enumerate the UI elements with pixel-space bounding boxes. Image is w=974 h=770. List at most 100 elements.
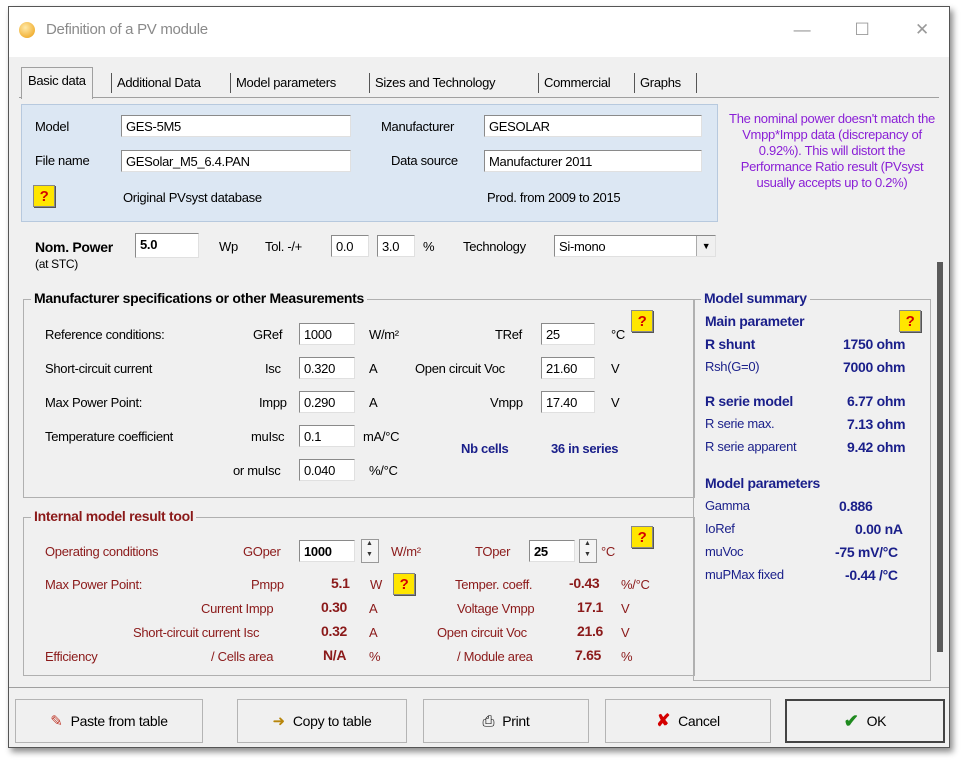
tool-vmpp-unit: V bbox=[621, 601, 630, 616]
database-text: Original PVsyst database bbox=[123, 190, 262, 205]
isc-label: Isc bbox=[265, 361, 281, 376]
rserie-apparent-value: 9.42 ohm bbox=[847, 439, 906, 455]
minimize-icon[interactable]: — bbox=[787, 17, 817, 43]
button-bar-divider bbox=[9, 687, 949, 688]
tool-impp-label: Current Impp bbox=[201, 601, 274, 616]
voc-label: Open circuit Voc bbox=[415, 361, 505, 376]
help-icon[interactable]: ? bbox=[631, 526, 653, 548]
chevron-down-icon[interactable]: ▼ bbox=[696, 236, 715, 256]
ok-button[interactable]: ✔ OK bbox=[785, 699, 945, 743]
rsh0-value: 7000 ohm bbox=[843, 359, 906, 375]
datasource-label: Data source bbox=[391, 153, 458, 168]
maximize-icon[interactable]: ☐ bbox=[847, 17, 877, 43]
help-icon[interactable]: ? bbox=[899, 310, 921, 332]
tab-separator bbox=[369, 73, 370, 93]
module-area-unit: % bbox=[621, 649, 633, 664]
isc-input[interactable]: 0.320 bbox=[299, 357, 355, 379]
help-icon[interactable]: ? bbox=[33, 185, 55, 207]
tab-strip-line bbox=[19, 97, 939, 98]
rshunt-value: 1750 ohm bbox=[843, 336, 906, 352]
nom-power-label: Nom. Power bbox=[35, 239, 113, 255]
vmpp-input[interactable]: 17.40 bbox=[541, 391, 595, 413]
rserie-apparent-label: R serie apparent bbox=[705, 439, 797, 454]
tab-commercial[interactable]: Commercial bbox=[544, 70, 611, 95]
tool-voc-value: 21.6 bbox=[577, 623, 604, 639]
cells-area-value: N/A bbox=[323, 647, 347, 663]
printer-icon: ⎙ bbox=[482, 712, 495, 730]
gref-label: GRef bbox=[253, 327, 283, 342]
pmpp-label: Pmpp bbox=[251, 577, 284, 592]
voc-input[interactable]: 21.60 bbox=[541, 357, 595, 379]
help-icon[interactable]: ? bbox=[631, 310, 653, 332]
muisc-pct-label: or muIsc bbox=[233, 463, 281, 478]
temper-coeff-unit: %/°C bbox=[621, 577, 650, 592]
tab-model-parameters[interactable]: Model parameters bbox=[236, 70, 336, 95]
gref-input[interactable]: 1000 bbox=[299, 323, 355, 345]
module-area-label: / Module area bbox=[457, 649, 533, 664]
model-parameters-heading: Model parameters bbox=[705, 475, 821, 491]
rserie-model-value: 6.77 ohm bbox=[847, 393, 906, 409]
goper-input[interactable]: 1000 bbox=[299, 540, 355, 562]
close-icon[interactable]: ✕ bbox=[907, 17, 937, 43]
tolerance-minus-input[interactable]: 0.0 bbox=[331, 235, 369, 257]
tab-sizes-technology[interactable]: Sizes and Technology bbox=[375, 70, 496, 95]
cancel-button[interactable]: ✘ Cancel bbox=[605, 699, 771, 743]
goper-spinner[interactable] bbox=[361, 539, 379, 563]
copy-to-table-button[interactable]: ➜ Copy to table bbox=[237, 699, 407, 743]
toper-input[interactable]: 25 bbox=[529, 540, 575, 562]
isc-unit: A bbox=[369, 361, 378, 376]
tool-vmpp-label: Voltage Vmpp bbox=[457, 601, 535, 616]
gamma-value: 0.886 bbox=[839, 498, 873, 514]
copy-button-label: Copy to table bbox=[292, 713, 372, 729]
model-tool-title: Internal model result tool bbox=[31, 508, 197, 524]
tref-unit: °C bbox=[611, 327, 625, 342]
tref-label: TRef bbox=[495, 327, 522, 342]
tab-separator bbox=[634, 73, 635, 93]
copy-icon: ➜ bbox=[272, 713, 286, 730]
nom-power-input[interactable]: 5.0 bbox=[135, 233, 199, 258]
tool-vmpp-value: 17.1 bbox=[577, 599, 604, 615]
tref-input[interactable]: 25 bbox=[541, 323, 595, 345]
model-input[interactable]: GES-5M5 bbox=[121, 115, 351, 137]
print-button[interactable]: ⎙ Print bbox=[423, 699, 589, 743]
muisc-pct-input[interactable]: 0.040 bbox=[299, 459, 355, 481]
impp-input[interactable]: 0.290 bbox=[299, 391, 355, 413]
manufacturer-input[interactable]: GESOLAR bbox=[484, 115, 702, 137]
rserie-max-label: R serie max. bbox=[705, 416, 775, 431]
rshunt-label: R shunt bbox=[705, 336, 756, 352]
muisc-input[interactable]: 0.1 bbox=[299, 425, 355, 447]
impp-unit: A bbox=[369, 395, 378, 410]
tab-basic-data[interactable]: Basic data bbox=[21, 67, 93, 99]
temper-coeff-value: -0.43 bbox=[569, 575, 600, 591]
technology-value: Si-mono bbox=[559, 239, 606, 254]
gamma-label: Gamma bbox=[705, 498, 750, 513]
operating-conditions-label: Operating conditions bbox=[45, 544, 159, 559]
tolerance-label: Tol. -/+ bbox=[265, 239, 302, 254]
technology-label: Technology bbox=[463, 239, 526, 254]
technology-select[interactable]: Si-mono ▼ bbox=[554, 235, 716, 257]
voc-unit: V bbox=[611, 361, 620, 376]
ioref-value: 0.00 nA bbox=[855, 521, 903, 537]
tool-mpp-label: Max Power Point: bbox=[45, 577, 143, 592]
tab-additional-data[interactable]: Additional Data bbox=[117, 70, 201, 95]
power-unit: Wp bbox=[219, 239, 238, 254]
filename-input[interactable]: GESolar_M5_6.4.PAN bbox=[121, 150, 351, 172]
datasource-input[interactable]: Manufacturer 2011 bbox=[484, 150, 702, 172]
title-bar[interactable]: Definition of a PV module — ☐ ✕ bbox=[9, 7, 949, 57]
help-icon[interactable]: ? bbox=[393, 573, 415, 595]
toper-spinner[interactable] bbox=[579, 539, 597, 563]
muvoc-value: -75 mV/°C bbox=[835, 544, 898, 560]
tolerance-plus-input[interactable]: 3.0 bbox=[377, 235, 415, 257]
goper-unit: W/m² bbox=[391, 544, 421, 559]
paste-from-table-button[interactable]: ✎ Paste from table bbox=[15, 699, 203, 743]
cells-area-unit: % bbox=[369, 649, 381, 664]
scrollbar[interactable] bbox=[937, 262, 943, 652]
gref-unit: W/m² bbox=[369, 327, 399, 342]
cancel-x-icon: ✘ bbox=[656, 711, 671, 730]
checkmark-icon: ✔ bbox=[843, 710, 859, 731]
tab-graphs[interactable]: Graphs bbox=[640, 70, 681, 95]
stc-note: (at STC) bbox=[35, 257, 78, 271]
mupmax-label: muPMax fixed bbox=[705, 567, 784, 582]
paste-icon: ✎ bbox=[50, 713, 63, 730]
temper-coeff-label: Temper. coeff. bbox=[455, 577, 533, 592]
